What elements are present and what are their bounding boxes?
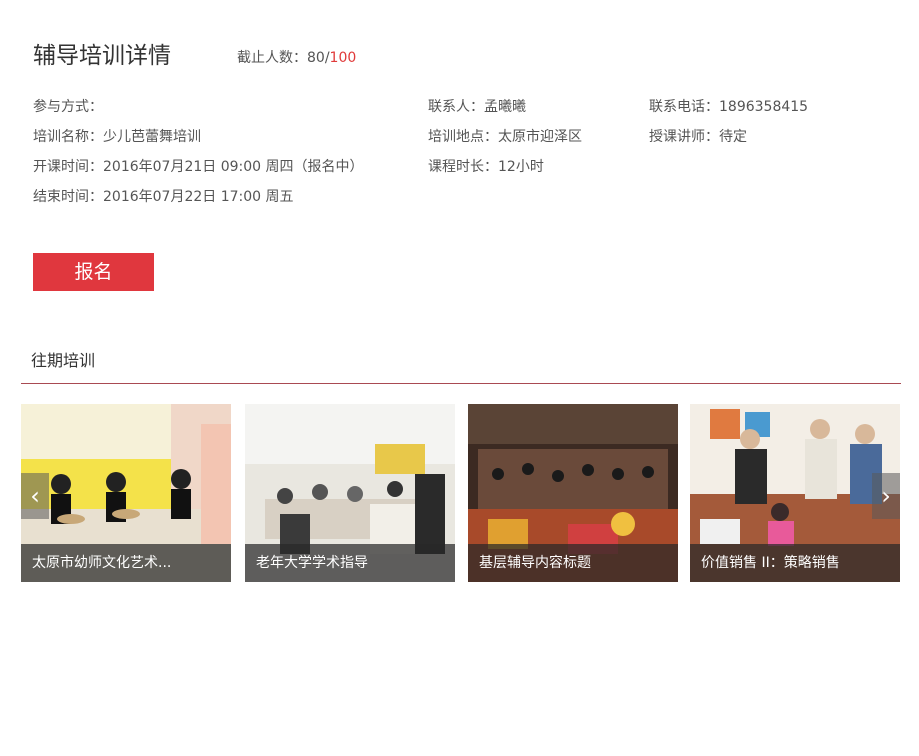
capacity-info: 截止人数：80/100	[237, 47, 356, 67]
training-location: 培训地点：太原市迎泽区	[428, 129, 582, 145]
course-duration: 课程时长：12小时	[428, 159, 544, 175]
card-caption: 老年大学学术指导	[245, 544, 455, 582]
past-training-card[interactable]: 太原市幼师文化艺术...	[21, 404, 231, 582]
past-training-title: 往期培训	[31, 351, 96, 370]
chevron-right-icon: ›	[881, 482, 891, 510]
section-divider	[21, 383, 901, 384]
capacity-total: 100	[329, 50, 357, 66]
capacity-label: 截止人数：80/	[237, 50, 330, 66]
contact-phone: 联系电话：1896358415	[649, 99, 809, 115]
end-time: 结束时间：2016年07月22日 17:00 周五	[33, 189, 294, 205]
card-caption: 基层辅导内容标题	[468, 544, 678, 582]
card-caption: 价值销售 II：策略销售	[690, 544, 900, 582]
page-title: 辅导培训详情	[33, 43, 171, 69]
past-training-card[interactable]: 价值销售 II：策略销售	[690, 404, 900, 582]
chevron-left-icon: ‹	[30, 482, 40, 510]
card-caption: 太原市幼师文化艺术...	[21, 544, 231, 582]
past-training-card[interactable]: 基层辅导内容标题	[468, 404, 678, 582]
signup-button[interactable]: 报名	[33, 253, 154, 291]
participation-method: 参与方式：	[33, 99, 103, 115]
contact-person: 联系人：孟曦曦	[428, 99, 526, 115]
carousel-prev-button[interactable]: ‹	[21, 473, 49, 519]
start-time: 开课时间：2016年07月21日 09:00 周四（报名中）	[33, 159, 364, 175]
past-training-card[interactable]: 老年大学学术指导	[245, 404, 455, 582]
training-name: 培训名称：少儿芭蕾舞培训	[33, 129, 201, 145]
carousel-next-button[interactable]: ›	[872, 473, 900, 519]
instructor: 授课讲师：待定	[649, 129, 747, 145]
